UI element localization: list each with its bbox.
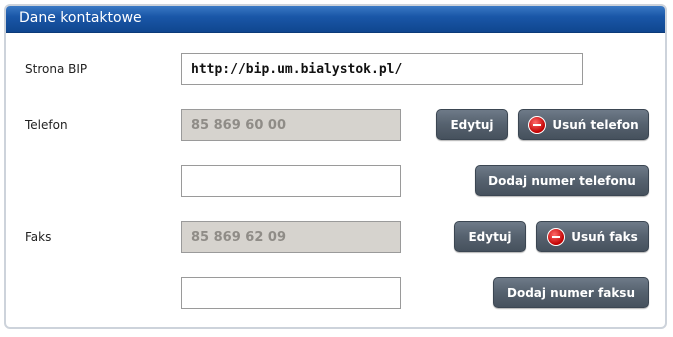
minus-circle-icon [547,227,566,246]
bip-label: Strona BIP [25,62,88,76]
remove-phone-label: Usuń telefon [552,117,639,132]
phone-label: Telefon [25,118,68,132]
add-phone-label: Dodaj numer telefonu [488,173,636,188]
remove-fax-button[interactable]: Usuń faks [536,221,649,252]
minus-circle-icon [528,115,547,134]
bip-url-input[interactable] [181,53,583,85]
edit-phone-label: Edytuj [450,117,494,132]
new-fax-input[interactable] [181,277,401,309]
edit-fax-label: Edytuj [468,229,512,244]
add-fax-button[interactable]: Dodaj numer faksu [493,277,649,308]
add-fax-label: Dodaj numer faksu [507,285,635,300]
edit-fax-button[interactable]: Edytuj [454,221,526,252]
contact-panel: Dane kontaktowe Strona BIP Telefon Edytu… [4,4,667,329]
remove-fax-label: Usuń faks [571,229,638,244]
new-phone-input[interactable] [181,165,401,197]
fax-label: Faks [25,230,52,244]
phone-input [181,109,401,141]
add-phone-button[interactable]: Dodaj numer telefonu [475,165,649,196]
remove-phone-button[interactable]: Usuń telefon [518,109,649,140]
panel-title: Dane kontaktowe [19,10,142,26]
panel-header: Dane kontaktowe [6,6,665,33]
edit-phone-button[interactable]: Edytuj [436,109,508,140]
fax-input [181,221,401,253]
